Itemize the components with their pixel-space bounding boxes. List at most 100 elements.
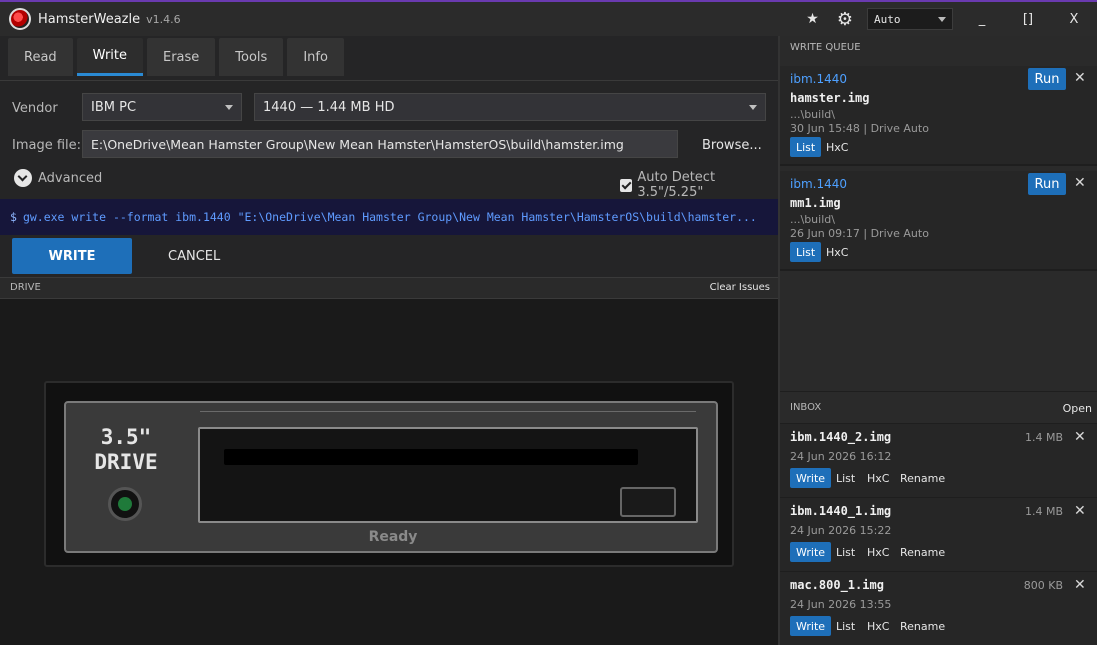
list-button[interactable]: List bbox=[836, 616, 855, 636]
queue-item: ibm.1440 hamster.img ...\build\ 30 Jun 1… bbox=[780, 66, 1097, 166]
inbox-item-size: 1.4 MB bbox=[1024, 431, 1063, 444]
drive-section-header: DRIVE Clear Issues bbox=[0, 277, 778, 299]
drive-status: Ready bbox=[368, 529, 418, 545]
list-button[interactable]: List bbox=[790, 137, 822, 157]
queue-item-format[interactable]: ibm.1440 bbox=[790, 72, 847, 86]
vendor-select[interactable]: IBM PC bbox=[82, 93, 242, 121]
side-panel: WRITE QUEUE ibm.1440 hamster.img ...\bui… bbox=[778, 36, 1097, 645]
tab-bar: Read Write Erase Tools Info bbox=[8, 38, 344, 78]
minimize-button[interactable]: _ bbox=[959, 12, 1005, 27]
hxc-button[interactable]: HxC bbox=[867, 468, 889, 488]
inbox-item-date: 24 Jun 2026 15:22 bbox=[790, 524, 892, 537]
rename-button[interactable]: Rename bbox=[900, 616, 945, 636]
queue-item-name: hamster.img bbox=[790, 91, 870, 105]
command-preview: $ gw.exe write --format ibm.1440 "E:\One… bbox=[0, 199, 778, 235]
cancel-button[interactable]: CANCEL bbox=[168, 249, 220, 264]
drive-size-text: 3.5" bbox=[100, 425, 152, 449]
tab-info[interactable]: Info bbox=[287, 38, 344, 76]
vendor-select-value: IBM PC bbox=[91, 99, 137, 115]
queue-item-path: ...\build\ bbox=[790, 108, 835, 121]
app-logo-icon bbox=[9, 8, 31, 30]
inbox-item-name: ibm.1440_1.img bbox=[790, 504, 892, 518]
theme-select[interactable]: Auto bbox=[867, 8, 953, 30]
inbox-item-name: mac.800_1.img bbox=[790, 578, 884, 592]
tab-write[interactable]: Write bbox=[76, 38, 143, 76]
maximize-button[interactable]: [] bbox=[1005, 12, 1051, 27]
hxc-button[interactable]: HxC bbox=[826, 137, 848, 157]
tab-divider bbox=[0, 80, 778, 81]
drive-faceplate: 3.5" DRIVE Ready bbox=[64, 401, 718, 553]
hxc-button[interactable]: HxC bbox=[826, 242, 848, 262]
faceplate-line bbox=[200, 411, 696, 412]
chevron-down-icon bbox=[225, 105, 233, 110]
command-prompt: $ bbox=[10, 210, 17, 224]
drive-text: DRIVE bbox=[94, 450, 158, 474]
gear-icon[interactable]: ⚙ bbox=[837, 9, 853, 30]
close-icon[interactable]: ✕ bbox=[1074, 175, 1086, 191]
queue-item: ibm.1440 mm1.img ...\build\ 26 Jun 09:17… bbox=[780, 171, 1097, 271]
close-icon[interactable]: ✕ bbox=[1074, 577, 1086, 593]
rename-button[interactable]: Rename bbox=[900, 468, 945, 488]
app-version: v1.4.6 bbox=[146, 12, 181, 26]
inbox-item-name: ibm.1440_2.img bbox=[790, 430, 892, 444]
inbox-header: INBOX Open bbox=[780, 391, 1097, 423]
theme-select-value: Auto bbox=[874, 12, 901, 26]
command-text: gw.exe write --format ibm.1440 "E:\OneDr… bbox=[22, 210, 757, 224]
inbox-item-date: 24 Jun 2026 16:12 bbox=[790, 450, 892, 463]
tab-erase[interactable]: Erase bbox=[147, 38, 216, 76]
chevron-down-icon bbox=[938, 17, 946, 22]
advanced-toggle[interactable]: Advanced bbox=[14, 169, 102, 187]
chevron-down-icon bbox=[749, 105, 757, 110]
inbox-item-size: 1.4 MB bbox=[1024, 505, 1063, 518]
format-select-value: 1440 — 1.44 MB HD bbox=[263, 99, 395, 115]
inbox-open-button[interactable]: Open bbox=[1063, 402, 1092, 415]
close-icon[interactable]: ✕ bbox=[1074, 429, 1086, 445]
autodetect-label: Auto Detect 3.5"/5.25" bbox=[637, 170, 716, 200]
close-window-button[interactable]: X bbox=[1051, 12, 1097, 27]
hxc-button[interactable]: HxC bbox=[867, 542, 889, 562]
write-item-button[interactable]: Write bbox=[790, 542, 832, 562]
app-title: HamsterWeazle bbox=[38, 11, 141, 27]
title-bar: HamsterWeazle v1.4.6 ★ ⚙ Auto _ [] X bbox=[0, 0, 1097, 36]
eject-button[interactable] bbox=[620, 487, 676, 517]
autodetect-checkbox[interactable]: Auto Detect 3.5"/5.25" bbox=[620, 170, 778, 200]
queue-item-format[interactable]: ibm.1440 bbox=[790, 177, 847, 191]
tab-read[interactable]: Read bbox=[8, 38, 73, 76]
run-button[interactable]: Run bbox=[1028, 173, 1066, 195]
main-panel: Read Write Erase Tools Info Vendor IBM P… bbox=[0, 36, 778, 645]
disk-slot-frame bbox=[198, 427, 698, 523]
inbox-item-size: 800 KB bbox=[1023, 579, 1063, 592]
queue-item-meta: 30 Jun 15:48 | Drive Auto bbox=[790, 122, 929, 135]
write-queue-title: WRITE QUEUE bbox=[790, 42, 861, 53]
image-file-input[interactable]: E:\OneDrive\Mean Hamster Group\New Mean … bbox=[82, 130, 678, 158]
inbox-title: INBOX bbox=[790, 402, 822, 413]
queue-item-name: mm1.img bbox=[790, 196, 841, 210]
vendor-label: Vendor bbox=[12, 101, 58, 116]
star-icon[interactable]: ★ bbox=[806, 11, 819, 27]
drive-size-label: 3.5" DRIVE bbox=[80, 425, 172, 475]
queue-item-path: ...\build\ bbox=[790, 213, 835, 226]
write-button[interactable]: WRITE bbox=[12, 238, 132, 274]
write-item-button[interactable]: Write bbox=[790, 468, 832, 488]
run-button[interactable]: Run bbox=[1028, 68, 1066, 90]
image-file-label: Image file: bbox=[12, 138, 82, 153]
inbox-item: ibm.1440_2.img 1.4 MB ✕ 24 Jun 2026 16:1… bbox=[780, 423, 1097, 497]
format-select[interactable]: 1440 — 1.44 MB HD bbox=[254, 93, 766, 121]
inbox-item-date: 24 Jun 2026 13:55 bbox=[790, 598, 892, 611]
list-button[interactable]: List bbox=[790, 242, 822, 262]
browse-button[interactable]: Browse... bbox=[702, 138, 762, 153]
image-file-value: E:\OneDrive\Mean Hamster Group\New Mean … bbox=[91, 136, 624, 152]
write-item-button[interactable]: Write bbox=[790, 616, 832, 636]
close-icon[interactable]: ✕ bbox=[1074, 503, 1086, 519]
tab-tools[interactable]: Tools bbox=[219, 38, 284, 76]
clear-issues-button[interactable]: Clear Issues bbox=[710, 282, 770, 293]
list-button[interactable]: List bbox=[836, 468, 855, 488]
list-button[interactable]: List bbox=[836, 542, 855, 562]
close-icon[interactable]: ✕ bbox=[1074, 70, 1086, 86]
chevron-down-icon bbox=[14, 169, 32, 187]
floppy-drive: 3.5" DRIVE Ready bbox=[44, 381, 734, 567]
rename-button[interactable]: Rename bbox=[900, 542, 945, 562]
drive-visualization: 3.5" DRIVE Ready bbox=[0, 299, 778, 645]
advanced-label: Advanced bbox=[38, 170, 103, 186]
hxc-button[interactable]: HxC bbox=[867, 616, 889, 636]
